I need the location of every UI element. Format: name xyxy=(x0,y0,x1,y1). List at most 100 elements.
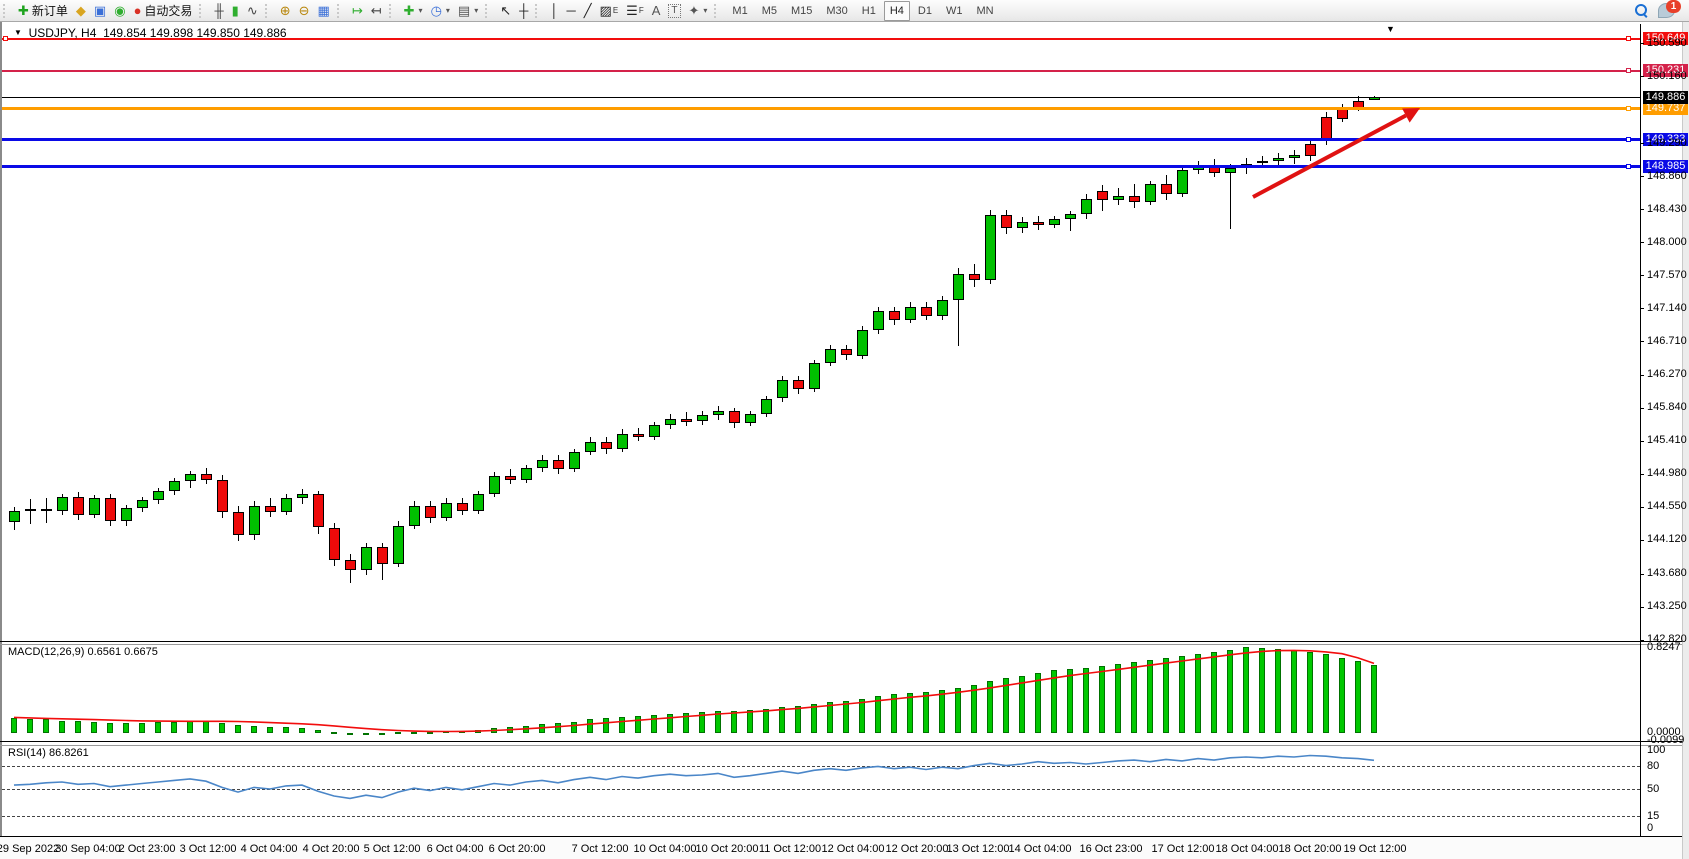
cursor-button[interactable]: ↖ xyxy=(496,1,515,21)
fibonacci-sub-label: F xyxy=(639,6,644,15)
toolbar-separator xyxy=(3,4,10,18)
time-axis-label: 7 Oct 12:00 xyxy=(572,843,629,855)
toolbar-separator xyxy=(199,4,206,18)
chart-profiles-button[interactable]: ◆ xyxy=(72,1,90,21)
timeframe-m1-button[interactable]: M1 xyxy=(726,1,753,21)
chart-window[interactable]: ▼ USDJPY, H4 149.854 149.898 149.850 149… xyxy=(0,22,1689,859)
auto-trading-button[interactable]: ●自动交易 xyxy=(130,1,197,21)
time-axis-label: 12 Oct 04:00 xyxy=(822,843,885,855)
time-axis-label: 6 Oct 20:00 xyxy=(489,843,546,855)
templates-icon: ▤ xyxy=(458,1,470,21)
time-axis-label: 6 Oct 04:00 xyxy=(427,843,484,855)
text-button[interactable]: A xyxy=(648,1,665,21)
timeframe-h4-button[interactable]: H4 xyxy=(884,1,910,21)
timeframe-m30-button[interactable]: M30 xyxy=(820,1,853,21)
indicators-icon: ✚ xyxy=(404,1,415,21)
arrows-dropdown-icon[interactable]: ▾ xyxy=(703,6,707,15)
timeframe-m5-button[interactable]: M5 xyxy=(756,1,783,21)
auto-trading-icon: ● xyxy=(134,1,142,21)
mt4-window: { "toolbar": { "groups": [ {"items":[ {"… xyxy=(0,0,1689,859)
indicators-dropdown-icon[interactable]: ▾ xyxy=(419,6,423,15)
time-axis-label: 10 Oct 04:00 xyxy=(634,843,697,855)
toolbar-separator xyxy=(337,4,344,18)
text-label-button[interactable]: T xyxy=(664,1,684,21)
navigator-icon: ◉ xyxy=(114,1,125,21)
arrows-button[interactable]: ✦▾ xyxy=(685,1,712,21)
chart-bars-button[interactable]: ╫ xyxy=(210,1,227,21)
fibonacci-icon: ☰ xyxy=(626,1,638,21)
timeframe-h1-button[interactable]: H1 xyxy=(856,1,882,21)
notification-badge: 1 xyxy=(1666,0,1681,13)
zoom-out-button[interactable]: ⊖ xyxy=(295,1,314,21)
fibonacci-button[interactable]: ☰F xyxy=(622,1,648,21)
market-watch-icon: ▣ xyxy=(94,1,106,21)
time-axis-label: 4 Oct 04:00 xyxy=(241,843,298,855)
rsi-level-dashed-line xyxy=(2,766,1640,767)
new-order-icon: ✚ xyxy=(18,1,29,21)
zoom-in-button[interactable]: ⊕ xyxy=(276,1,295,21)
time-axis-label: 18 Oct 20:00 xyxy=(1279,843,1342,855)
tile-windows-button[interactable]: ▦ xyxy=(314,1,334,21)
chart-candlesticks-icon: ▮ xyxy=(232,1,239,21)
timeframe-w1-button[interactable]: W1 xyxy=(940,1,969,21)
time-axis-label: 13 Oct 12:00 xyxy=(947,843,1010,855)
chart-candlesticks-button[interactable]: ▮ xyxy=(228,1,243,21)
chart-menu-triangle-icon: ▼ xyxy=(14,28,22,37)
chart-shift-icon: ↤ xyxy=(371,1,382,21)
text-icon: A xyxy=(652,1,661,21)
timeframe-d1-button[interactable]: D1 xyxy=(912,1,938,21)
market-watch-button[interactable]: ▣ xyxy=(90,1,110,21)
toolbar: ✚新订单◆▣◉●自动交易╫▮∿⊕⊖▦↦↤✚▾◷▾▤▾↖┼│─╱▨E☰FAT✦▾ … xyxy=(0,0,1689,22)
templates-button[interactable]: ▤▾ xyxy=(454,1,482,21)
time-axis: 29 Sep 202230 Sep 04:002 Oct 23:003 Oct … xyxy=(0,837,1682,859)
time-axis-label: 5 Oct 12:00 xyxy=(364,843,421,855)
rsi-scale-label: 80 xyxy=(1647,760,1659,772)
time-axis-label: 10 Oct 20:00 xyxy=(696,843,759,855)
crosshair-button[interactable]: ┼ xyxy=(515,1,532,21)
indicators-button[interactable]: ✚▾ xyxy=(400,1,427,21)
time-axis-label: 29 Sep 2022 xyxy=(0,843,59,855)
time-axis-label: 3 Oct 12:00 xyxy=(180,843,237,855)
periods-icon: ◷ xyxy=(431,1,442,21)
time-axis-label: 4 Oct 20:00 xyxy=(303,843,360,855)
text-label-icon: T xyxy=(668,4,680,18)
rsi-scale-label: 100 xyxy=(1647,744,1665,756)
new-order-button[interactable]: ✚新订单 xyxy=(14,1,72,21)
auto-scroll-button[interactable]: ↦ xyxy=(348,1,367,21)
chart-bars-icon: ╫ xyxy=(214,1,223,21)
search-tail xyxy=(1643,13,1648,18)
equidistant-channel-sub-label: E xyxy=(613,6,618,15)
tile-windows-icon: ▦ xyxy=(318,1,330,21)
navigator-button[interactable]: ◉ xyxy=(110,1,129,21)
rsi-layer: 1008050150 xyxy=(0,22,1689,859)
equidistant-channel-icon: ▨ xyxy=(600,1,612,21)
chart-line-button[interactable]: ∿ xyxy=(243,1,262,21)
chart-line-icon: ∿ xyxy=(247,1,258,21)
horizontal-line-button[interactable]: ─ xyxy=(562,1,579,21)
vertical-line-button[interactable]: │ xyxy=(546,1,562,21)
notifications-icon[interactable]: 1 xyxy=(1658,3,1675,18)
time-axis-label: 12 Oct 20:00 xyxy=(886,843,949,855)
time-axis-label: 30 Sep 04:00 xyxy=(55,843,120,855)
new-order-label: 新订单 xyxy=(32,2,68,19)
chart-profiles-icon: ◆ xyxy=(76,1,86,21)
rsi-scale-label: 0 xyxy=(1647,822,1653,834)
chart-shift-button[interactable]: ↤ xyxy=(367,1,386,21)
periods-dropdown-icon[interactable]: ▾ xyxy=(446,6,450,15)
rsi-level-dashed-line xyxy=(2,789,1640,790)
search-icon[interactable] xyxy=(1635,4,1648,17)
timeframe-m15-button[interactable]: M15 xyxy=(785,1,818,21)
zoom-out-icon: ⊖ xyxy=(299,1,310,21)
toolbar-separator xyxy=(714,4,721,18)
timeframe-mn-button[interactable]: MN xyxy=(970,1,999,21)
time-axis-label: 18 Oct 04:00 xyxy=(1216,843,1279,855)
auto-scroll-icon: ↦ xyxy=(352,1,363,21)
equidistant-channel-button[interactable]: ▨E xyxy=(596,1,623,21)
zoom-in-icon: ⊕ xyxy=(280,1,291,21)
horizontal-line-icon: ─ xyxy=(566,1,575,21)
templates-dropdown-icon[interactable]: ▾ xyxy=(474,6,478,15)
arrows-icon: ✦ xyxy=(689,1,700,21)
trendline-button[interactable]: ╱ xyxy=(580,1,596,21)
periods-button[interactable]: ◷▾ xyxy=(427,1,454,21)
rsi-scale-label: 50 xyxy=(1647,783,1659,795)
